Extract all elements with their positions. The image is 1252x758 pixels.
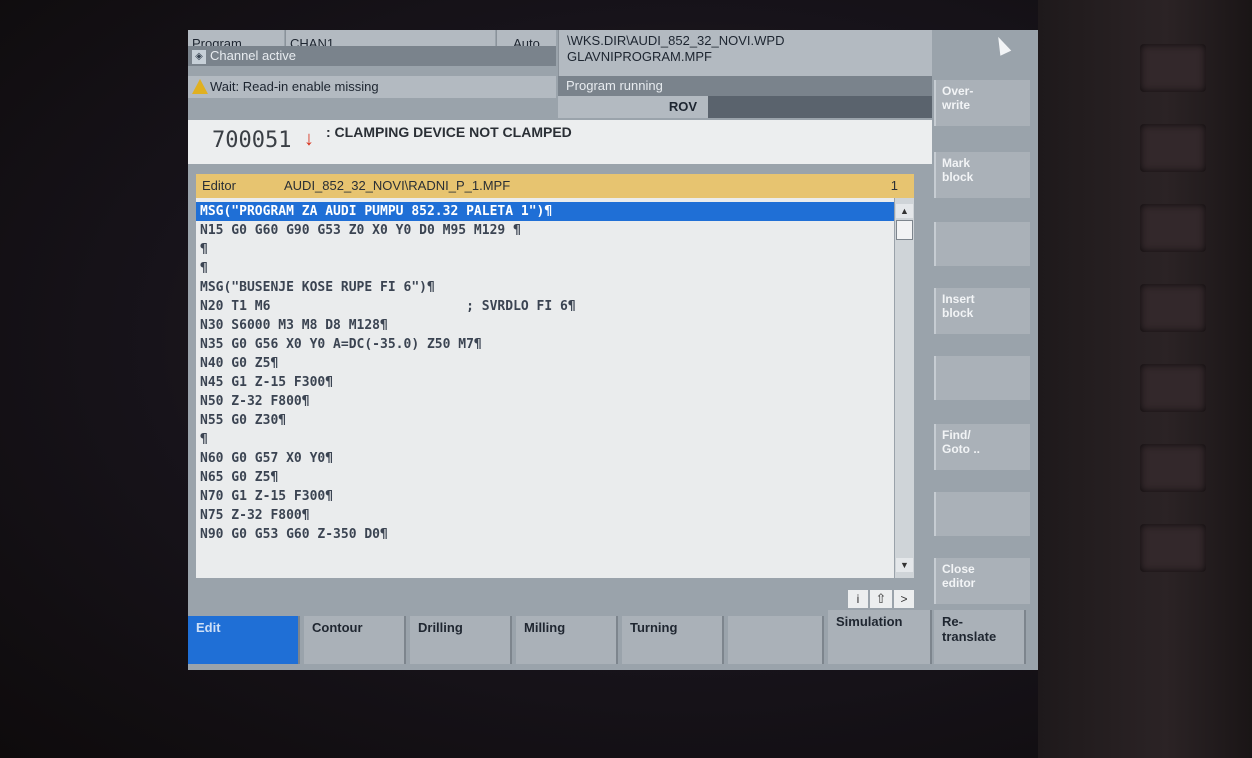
softkey-contour[interactable]: Contour <box>304 616 406 664</box>
hardware-key[interactable] <box>1140 204 1206 252</box>
softkey-vertical-empty[interactable] <box>934 222 1030 266</box>
code-line[interactable]: MSG("PROGRAM ZA AUDI PUMPU 852.32 PALETA… <box>200 202 552 221</box>
scroll-up-icon[interactable]: ▲ <box>896 204 913 218</box>
code-line[interactable]: MSG("BUSENJE KOSE RUPE FI 6")¶ <box>200 278 435 297</box>
program-path: \WKS.DIR\AUDI_852_32_NOVI.WPD GLAVNIPROG… <box>558 30 932 76</box>
code-line[interactable]: ¶ <box>200 430 208 449</box>
hardware-key[interactable] <box>1140 364 1206 412</box>
channel-status-text: Channel active <box>210 48 296 63</box>
status-dark-fill <box>708 96 932 118</box>
softkey-empty[interactable] <box>728 616 824 664</box>
softkey-insert-block[interactable]: Insert block <box>934 288 1030 334</box>
softkey-vertical-empty[interactable] <box>934 492 1030 536</box>
program-status: Program running <box>558 76 932 96</box>
softkey-mark-block[interactable]: Mark block <box>934 152 1030 198</box>
code-line[interactable]: N60 G0 G57 X0 Y0¶ <box>200 449 333 468</box>
next-icon[interactable]: > <box>894 590 914 608</box>
channel-status-row: ◈ Channel active <box>188 46 556 66</box>
info-icon[interactable]: i <box>848 590 868 608</box>
hardware-key[interactable] <box>1140 284 1206 332</box>
editor-text-area[interactable]: MSG("PROGRAM ZA AUDI PUMPU 852.32 PALETA… <box>196 198 914 578</box>
code-line[interactable]: N75 Z-32 F800¶ <box>200 506 310 525</box>
cnc-screen: Program CHAN1 Auto \WKS.DIR\AUDI_852_32_… <box>188 30 1038 670</box>
rov-indicator: ROV <box>658 96 708 118</box>
code-line[interactable]: N70 G1 Z-15 F300¶ <box>200 487 333 506</box>
code-line[interactable]: N35 G0 G56 X0 Y0 A=DC(-35.0) Z50 M7¶ <box>200 335 482 354</box>
code-line[interactable]: N45 G1 Z-15 F300¶ <box>200 373 333 392</box>
hardware-key[interactable] <box>1140 524 1206 572</box>
code-line[interactable]: N50 Z-32 F800¶ <box>200 392 310 411</box>
softkey-overwrite[interactable]: Over- write <box>934 80 1030 126</box>
scroll-thumb[interactable] <box>896 220 913 240</box>
hardware-key[interactable] <box>1140 444 1206 492</box>
code-line[interactable]: N90 G0 G53 G60 Z-350 D0¶ <box>200 525 388 544</box>
editor-line-count: 1 <box>890 178 898 193</box>
softkey-close-editor[interactable]: Close editor <box>934 558 1030 604</box>
softkey-vertical-empty[interactable] <box>934 356 1030 400</box>
code-line[interactable]: N15 G0 G60 G90 G53 Z0 X0 Y0 D0 M95 M129 … <box>200 221 521 240</box>
softkey-retranslate[interactable]: Re- translate <box>934 610 1026 664</box>
warning-icon <box>192 79 208 94</box>
code-line[interactable]: ¶ <box>200 259 208 278</box>
channel-status-icon: ◈ <box>192 49 206 64</box>
editor-title-bar: Editor AUDI_852_32_NOVI\RADNI_P_1.MPF 1 <box>196 174 914 198</box>
alarm-line: 700051 ↓ : CLAMPING DEVICE NOT CLAMPED <box>188 120 932 164</box>
code-line[interactable]: N20 T1 M6 ; SVRDLO FI 6¶ <box>200 297 576 316</box>
warning-row: Wait: Read-in enable missing <box>188 76 556 98</box>
hardware-key[interactable] <box>1140 124 1206 172</box>
softkey-edit[interactable]: Edit <box>188 616 300 664</box>
hardware-panel <box>1038 0 1252 758</box>
editor-scrollbar[interactable]: ▲ ▼ <box>894 198 914 578</box>
warning-text: Wait: Read-in enable missing <box>210 79 379 94</box>
scroll-down-icon[interactable]: ▼ <box>896 558 913 572</box>
alarm-arrow-icon: ↓ <box>304 128 314 150</box>
softkey-find-goto[interactable]: Find/ Goto .. <box>934 424 1030 470</box>
code-line[interactable]: N65 G0 Z5¶ <box>200 468 278 487</box>
program-path-line2: GLAVNIPROGRAM.MPF <box>567 49 712 64</box>
editor-label: Editor <box>202 178 236 193</box>
alarm-number: 700051 <box>212 128 292 153</box>
shift-icon[interactable]: ⇧ <box>870 590 892 608</box>
softkey-simulation[interactable]: Simulation <box>828 610 932 664</box>
softkey-drilling[interactable]: Drilling <box>410 616 512 664</box>
code-line[interactable]: N55 G0 Z30¶ <box>200 411 286 430</box>
code-line[interactable]: N40 G0 Z5¶ <box>200 354 278 373</box>
softkey-turning[interactable]: Turning <box>622 616 724 664</box>
code-line[interactable]: N30 S6000 M3 M8 D8 M128¶ <box>200 316 388 335</box>
editor-file-name: AUDI_852_32_NOVI\RADNI_P_1.MPF <box>284 178 511 193</box>
mouse-cursor-icon <box>992 34 1012 56</box>
code-line[interactable]: ¶ <box>200 240 208 259</box>
program-path-line1: \WKS.DIR\AUDI_852_32_NOVI.WPD <box>567 33 785 48</box>
alarm-text: : CLAMPING DEVICE NOT CLAMPED <box>326 124 572 140</box>
softkey-milling[interactable]: Milling <box>516 616 618 664</box>
hardware-key[interactable] <box>1140 44 1206 92</box>
